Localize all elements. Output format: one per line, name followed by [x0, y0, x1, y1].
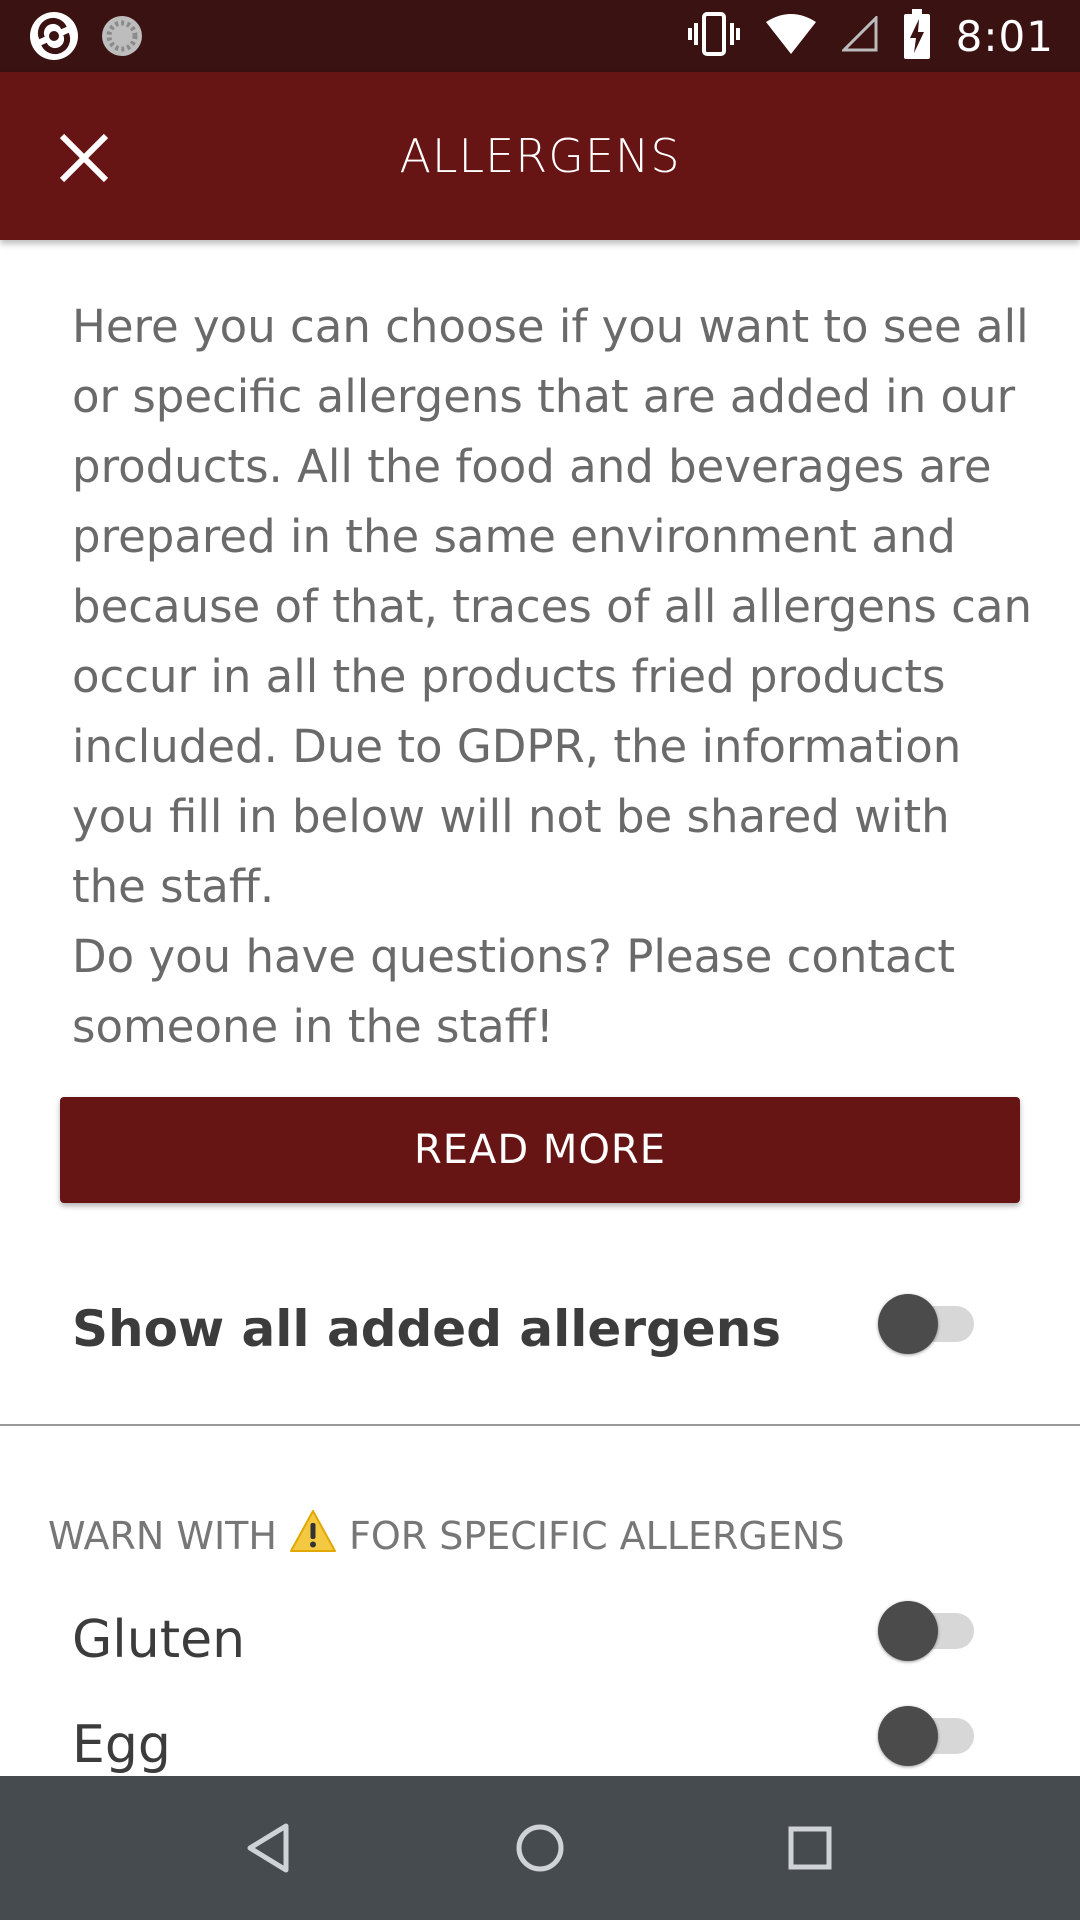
vibrate-icon — [687, 11, 740, 61]
status-time: 8:01 — [955, 11, 1054, 61]
warning-icon — [289, 1509, 337, 1562]
cellular-icon — [840, 14, 878, 56]
toggle-knob — [878, 1294, 938, 1354]
navigation-bar — [0, 1776, 1080, 1920]
wifi-icon — [765, 14, 816, 58]
app-notification-icon — [28, 10, 80, 66]
show-all-toggle[interactable] — [876, 1294, 976, 1354]
home-icon — [516, 1824, 564, 1872]
page-title: ALLERGENS — [399, 129, 681, 183]
allergen-label-gluten: Gluten — [72, 1610, 246, 1670]
divider — [0, 1424, 1080, 1426]
warn-section-header: WARN WITH FOR SPECIFIC ALLERGENS — [48, 1509, 844, 1562]
egg-toggle[interactable] — [876, 1706, 976, 1766]
back-icon — [247, 1823, 289, 1873]
toggle-knob — [878, 1706, 938, 1766]
show-all-label: Show all added allergens — [72, 1300, 782, 1358]
sync-icon — [100, 14, 144, 62]
allergen-label-egg: Egg — [72, 1715, 171, 1775]
back-button[interactable] — [234, 1812, 306, 1884]
toggle-knob — [878, 1601, 938, 1661]
recents-button[interactable] — [774, 1812, 846, 1884]
warn-prefix: WARN WITH — [48, 1513, 277, 1558]
battery-charging-icon — [903, 9, 930, 63]
intro-text: Here you can choose if you want to see a… — [72, 292, 1032, 1062]
close-button[interactable] — [48, 122, 120, 194]
gluten-toggle[interactable] — [876, 1601, 976, 1661]
close-icon — [59, 133, 109, 183]
app-bar: ALLERGENS — [0, 72, 1080, 240]
warn-suffix: FOR SPECIFIC ALLERGENS — [348, 1513, 845, 1558]
intro-question: Do you have questions? Please contact so… — [72, 930, 955, 1053]
recents-icon — [788, 1826, 832, 1870]
status-bar: 8:01 — [0, 0, 1080, 72]
home-button[interactable] — [504, 1812, 576, 1884]
read-more-button[interactable]: READ MORE — [60, 1097, 1020, 1203]
intro-paragraph: Here you can choose if you want to see a… — [72, 300, 1032, 913]
